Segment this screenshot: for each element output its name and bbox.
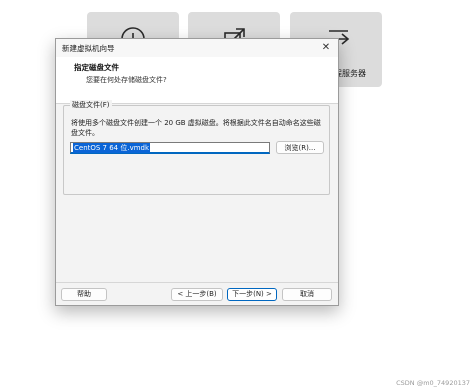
page-title: 指定磁盘文件 — [74, 63, 119, 72]
filename-selected-text: CentOS 7 64 位.vmdk — [73, 143, 151, 153]
close-icon[interactable]: ✕ — [318, 40, 334, 56]
watermark-text: CSDN @m0_74920137 — [396, 379, 470, 387]
dialog-title: 新建虚拟机向导 — [62, 44, 115, 53]
new-vm-wizard-dialog: 新建虚拟机向导 ✕ 指定磁盘文件 您要在何处存储磁盘文件? 磁盘文件(F) 将使… — [55, 38, 339, 306]
dialog-titlebar[interactable]: 新建虚拟机向导 ✕ — [56, 39, 338, 57]
group-label: 磁盘文件(F) — [70, 100, 112, 110]
disk-filename-input[interactable]: CentOS 7 64 位.vmdk — [70, 142, 270, 154]
browse-button[interactable]: 浏览(R)... — [276, 141, 324, 154]
wizard-header: 指定磁盘文件 您要在何处存储磁盘文件? — [56, 57, 338, 104]
next-button[interactable]: 下一步(N) > — [227, 288, 277, 301]
cancel-button[interactable]: 取消 — [282, 288, 332, 301]
disk-file-description: 将使用多个磁盘文件创建一个 20 GB 虚拟磁盘。将根据此文件名自动命名这些磁盘… — [71, 119, 321, 137]
page-subtitle: 您要在何处存储磁盘文件? — [86, 76, 167, 84]
footer-divider — [56, 282, 338, 283]
disk-file-group: 磁盘文件(F) 将使用多个磁盘文件创建一个 20 GB 虚拟磁盘。将根据此文件名… — [63, 100, 330, 195]
help-button[interactable]: 帮助 — [61, 288, 107, 301]
back-button[interactable]: < 上一步(B) — [171, 288, 223, 301]
